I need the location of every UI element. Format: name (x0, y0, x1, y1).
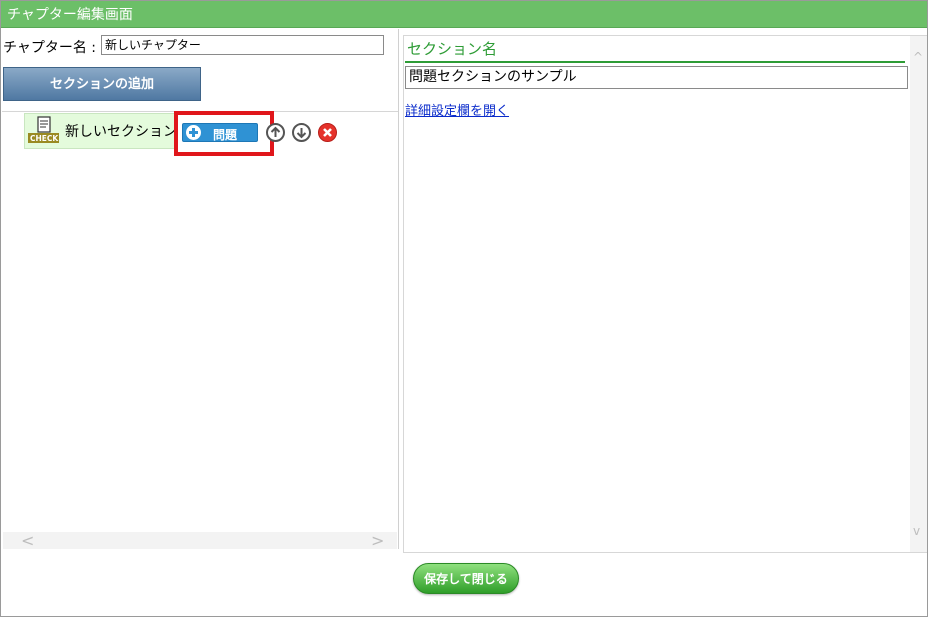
delete-section-button[interactable] (318, 123, 337, 142)
arrow-down-icon (296, 128, 307, 139)
window-title: チャプター編集画面 (1, 1, 927, 28)
scroll-right-icon[interactable]: > (371, 532, 384, 549)
scroll-down-icon[interactable]: v (913, 524, 920, 538)
check-icon-text: CHECK (30, 134, 59, 143)
section-item[interactable]: CHECK 新しいセクション (24, 113, 177, 149)
heading-underline (405, 61, 905, 63)
add-question-button[interactable]: 問題 (182, 123, 258, 142)
close-icon (323, 128, 332, 137)
chapter-panel: チャプター名 : 新しいチャプター セクションの追加 CHECK 新しいセクショ… (2, 29, 399, 549)
section-detail-panel: セクション名 問題セクションのサンプル 詳細設定欄を開く ^ v (403, 35, 927, 553)
section-name-heading: セクション名 (407, 40, 498, 58)
vertical-scrollbar[interactable]: ^ v (910, 36, 927, 552)
add-question-label: 問題 (213, 128, 238, 142)
open-detail-settings-link[interactable]: 詳細設定欄を開く (405, 100, 509, 119)
chapter-name-input[interactable]: 新しいチャプター (101, 35, 384, 55)
horizontal-scrollbar[interactable]: < > (3, 532, 397, 549)
check-section-icon: CHECK (28, 116, 59, 143)
plus-icon (186, 125, 201, 140)
move-down-button[interactable] (292, 123, 311, 142)
arrow-up-icon (270, 126, 281, 137)
save-and-close-button[interactable]: 保存して閉じる (413, 563, 519, 594)
chapter-editor-window: チャプター編集画面 チャプター名 : 新しいチャプター セクションの追加 CHE… (0, 0, 928, 617)
move-up-button[interactable] (266, 123, 285, 142)
section-name: 新しいセクション (65, 124, 177, 140)
scroll-up-icon[interactable]: ^ (913, 50, 923, 64)
add-section-button[interactable]: セクションの追加 (3, 67, 201, 101)
chapter-name-label: チャプター名 : (3, 40, 97, 56)
section-name-input[interactable]: 問題セクションのサンプル (405, 66, 908, 89)
scroll-left-icon[interactable]: < (21, 532, 34, 549)
